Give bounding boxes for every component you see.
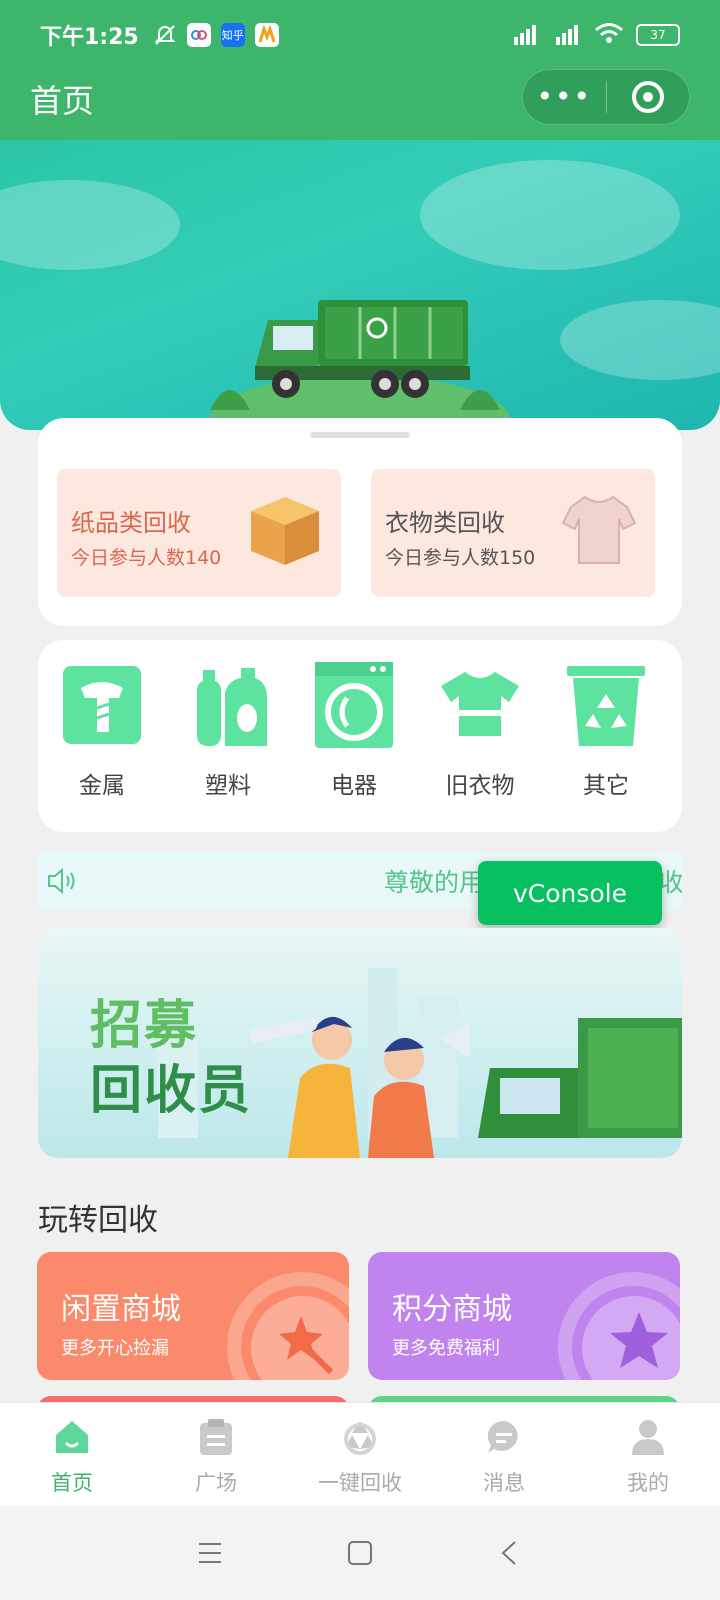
baidu-netdisk-icon — [186, 23, 211, 47]
tab-label: 消息 — [483, 1471, 525, 1495]
home-icon — [56, 1421, 88, 1453]
tab-mine[interactable]: 我的 — [576, 1403, 720, 1506]
screw-icon — [63, 666, 141, 744]
tab-label: 广场 — [195, 1471, 237, 1495]
status-bar: 下午1:25 知乎 37 — [0, 0, 720, 70]
carton-box-icon — [251, 497, 319, 565]
recruit-title-line2: 回收员 — [90, 1061, 253, 1121]
menu-icon[interactable] — [197, 1540, 223, 1566]
tab-one-click-recycle[interactable]: 一键回收 — [288, 1403, 432, 1506]
category-metal[interactable]: 金属 — [47, 662, 157, 800]
more-button[interactable]: ••• — [523, 69, 606, 125]
hero-banner[interactable] — [0, 140, 720, 430]
plastic-bottle-icon — [197, 668, 267, 746]
miniprogram-capsule: ••• — [522, 69, 690, 125]
idle-mall-title: 闲置商城 — [61, 1292, 181, 1327]
tab-label: 一键回收 — [318, 1471, 402, 1495]
category-label: 电器 — [331, 773, 377, 799]
system-nav-bar — [0, 1506, 720, 1600]
points-mall-card[interactable]: 积分商城 更多免费福利 — [368, 1252, 680, 1380]
recruit-title-line1: 招募 — [90, 996, 199, 1056]
star-icon — [610, 1312, 668, 1368]
tshirt-icon — [561, 495, 637, 564]
drag-handle — [310, 432, 410, 438]
points-mall-subtitle: 更多免费福利 — [392, 1338, 500, 1359]
chat-icon — [487, 1420, 518, 1453]
clothing-recycle-count: 今日参与人数150 — [385, 547, 536, 569]
tab-label: 首页 — [51, 1471, 93, 1495]
category-label: 其它 — [583, 773, 629, 799]
tab-home[interactable]: 首页 — [0, 1403, 144, 1506]
recycle-card-panel: 纸品类回收 今日参与人数140 衣物类回收 今日参与人数150 — [38, 418, 682, 626]
clipboard-icon — [200, 1419, 232, 1455]
tab-label: 我的 — [627, 1471, 669, 1495]
status-time: 下午1:25 — [40, 25, 139, 50]
top-bar: 下午1:25 知乎 37 首页 ••• — [0, 0, 720, 140]
category-label: 旧衣物 — [445, 773, 515, 799]
home-square-icon[interactable] — [347, 1540, 373, 1566]
back-icon[interactable] — [497, 1540, 523, 1566]
target-icon — [631, 81, 664, 113]
speaker-icon — [48, 867, 75, 895]
washing-machine-icon — [315, 662, 393, 748]
clothing-recycle-title: 衣物类回收 — [385, 509, 505, 537]
category-panel: 金属 塑料 电器 旧衣物 其它 — [38, 640, 682, 832]
paper-recycle-title: 纸品类回收 — [71, 509, 191, 537]
signal-icon-2 — [552, 23, 582, 48]
category-plastic[interactable]: 塑料 — [173, 662, 283, 800]
category-label: 塑料 — [205, 773, 251, 799]
category-appliance[interactable]: 电器 — [299, 662, 409, 800]
page-title: 首页 — [30, 82, 95, 120]
shirt-icon — [441, 672, 519, 736]
mute-icon — [153, 23, 177, 47]
close-button[interactable] — [607, 81, 690, 113]
battery-indicator: 37 — [636, 24, 680, 46]
tab-bar: 首页 广场 一键回收 消息 我的 — [0, 1402, 720, 1506]
points-mall-title: 积分商城 — [392, 1292, 512, 1327]
tab-square[interactable]: 广场 — [144, 1403, 288, 1506]
section-title: 玩转回收 — [38, 1203, 158, 1238]
category-other[interactable]: 其它 — [551, 662, 661, 800]
user-icon — [632, 1420, 664, 1455]
zhihu-icon: 知乎 — [220, 23, 245, 47]
magic-wand-icon — [279, 1316, 334, 1375]
recycle-icon — [344, 1421, 376, 1455]
recycle-bin-icon — [567, 666, 645, 746]
paper-recycle-card[interactable]: 纸品类回收 今日参与人数140 — [57, 469, 341, 597]
tab-messages[interactable]: 消息 — [432, 1403, 576, 1506]
category-old-clothes[interactable]: 旧衣物 — [425, 662, 535, 800]
garbage-truck-illustration — [210, 300, 510, 430]
vconsole-button[interactable]: vConsole — [478, 861, 662, 925]
wifi-icon — [594, 22, 624, 48]
paper-recycle-count: 今日参与人数140 — [71, 547, 222, 569]
recruit-banner[interactable]: 招募 回收员 — [38, 928, 682, 1158]
clothing-recycle-card[interactable]: 衣物类回收 今日参与人数150 — [371, 469, 655, 597]
maps-icon — [254, 23, 279, 47]
idle-mall-card[interactable]: 闲置商城 更多开心捡漏 — [37, 1252, 349, 1380]
status-right: 37 — [510, 22, 680, 48]
signal-icon — [510, 23, 540, 48]
category-label: 金属 — [79, 773, 125, 799]
idle-mall-subtitle: 更多开心捡漏 — [61, 1338, 169, 1359]
